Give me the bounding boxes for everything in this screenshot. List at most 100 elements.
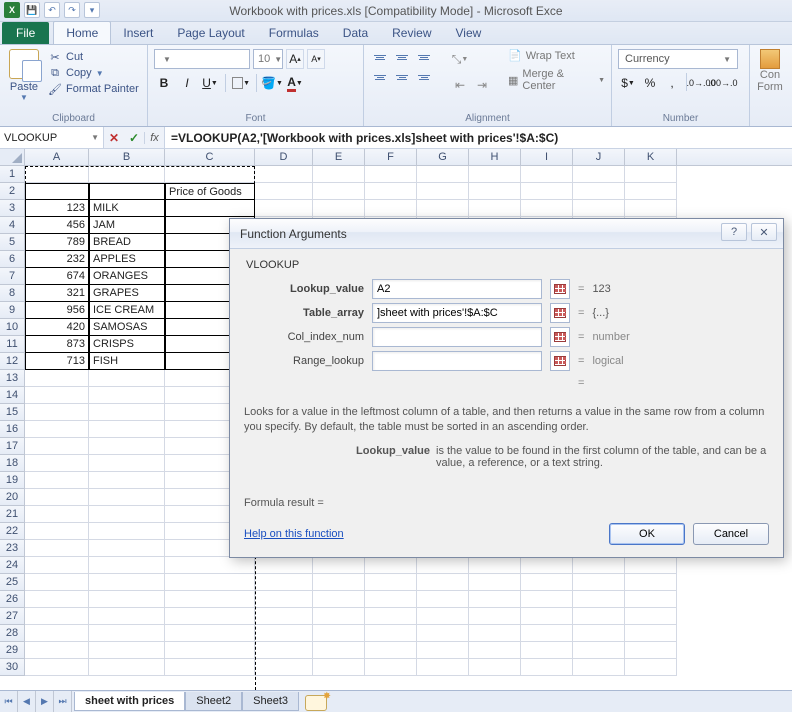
- row-head-12[interactable]: 12: [0, 353, 25, 370]
- row-head-30[interactable]: 30: [0, 659, 25, 676]
- col-head-F[interactable]: F: [365, 149, 417, 165]
- borders-button[interactable]: ▼: [231, 73, 251, 93]
- cell-J3[interactable]: [573, 200, 625, 217]
- cell-H25[interactable]: [469, 574, 521, 591]
- cell-K30[interactable]: [625, 659, 677, 676]
- arg-input-table-array[interactable]: [372, 303, 542, 323]
- cell-B18[interactable]: [89, 455, 165, 472]
- cell-H27[interactable]: [469, 608, 521, 625]
- cell-B19[interactable]: [89, 472, 165, 489]
- cancel-button[interactable]: Cancel: [693, 523, 769, 545]
- row-head-1[interactable]: 1: [0, 166, 25, 183]
- collapse-button-range[interactable]: [550, 351, 570, 371]
- cell-G25[interactable]: [417, 574, 469, 591]
- cell-I29[interactable]: [521, 642, 573, 659]
- cell-A30[interactable]: [25, 659, 89, 676]
- cell-K1[interactable]: [625, 166, 677, 183]
- cell-A18[interactable]: [25, 455, 89, 472]
- cell-K29[interactable]: [625, 642, 677, 659]
- cell-B22[interactable]: [89, 523, 165, 540]
- col-head-H[interactable]: H: [469, 149, 521, 165]
- cell-H3[interactable]: [469, 200, 521, 217]
- cell-D2[interactable]: [255, 183, 313, 200]
- cell-G30[interactable]: [417, 659, 469, 676]
- cell-A21[interactable]: [25, 506, 89, 523]
- cell-F26[interactable]: [365, 591, 417, 608]
- paste-button[interactable]: Paste ▼: [6, 49, 42, 102]
- name-box[interactable]: VLOOKUP▼: [0, 127, 104, 148]
- align-top-button[interactable]: [370, 49, 390, 65]
- cell-H24[interactable]: [469, 557, 521, 574]
- fill-color-button[interactable]: 🪣▼: [262, 73, 282, 93]
- cell-E27[interactable]: [313, 608, 365, 625]
- cell-G27[interactable]: [417, 608, 469, 625]
- cell-I24[interactable]: [521, 557, 573, 574]
- row-head-25[interactable]: 25: [0, 574, 25, 591]
- cell-H1[interactable]: [469, 166, 521, 183]
- percent-button[interactable]: %: [640, 73, 660, 93]
- cell-F29[interactable]: [365, 642, 417, 659]
- cell-D26[interactable]: [255, 591, 313, 608]
- sheet-nav-next[interactable]: ▶: [36, 691, 54, 712]
- cell-F27[interactable]: [365, 608, 417, 625]
- col-head-A[interactable]: A: [25, 149, 89, 165]
- row-head-3[interactable]: 3: [0, 200, 25, 217]
- cell-J28[interactable]: [573, 625, 625, 642]
- new-sheet-button[interactable]: [305, 695, 327, 711]
- cell-E3[interactable]: [313, 200, 365, 217]
- cell-A27[interactable]: [25, 608, 89, 625]
- merge-center-button[interactable]: ▦Merge & Center ▼: [508, 68, 605, 92]
- orientation-button[interactable]: ⤡▼: [450, 49, 470, 69]
- row-head-15[interactable]: 15: [0, 404, 25, 421]
- increase-indent-button[interactable]: ⇥: [472, 75, 492, 95]
- cell-I26[interactable]: [521, 591, 573, 608]
- cell-E1[interactable]: [313, 166, 365, 183]
- cell-B21[interactable]: [89, 506, 165, 523]
- row-head-19[interactable]: 19: [0, 472, 25, 489]
- collapse-button-col[interactable]: [550, 327, 570, 347]
- cell-A29[interactable]: [25, 642, 89, 659]
- cell-B16[interactable]: [89, 421, 165, 438]
- cell-J27[interactable]: [573, 608, 625, 625]
- cell-G28[interactable]: [417, 625, 469, 642]
- cell-D24[interactable]: [255, 557, 313, 574]
- cell-A20[interactable]: [25, 489, 89, 506]
- col-head-G[interactable]: G: [417, 149, 469, 165]
- underline-button[interactable]: U▼: [200, 73, 220, 93]
- col-head-C[interactable]: C: [165, 149, 255, 165]
- row-head-24[interactable]: 24: [0, 557, 25, 574]
- cell-F1[interactable]: [365, 166, 417, 183]
- dialog-title-bar[interactable]: Function Arguments ? ✕: [230, 219, 783, 249]
- dialog-help-button[interactable]: ?: [721, 223, 747, 241]
- help-link[interactable]: Help on this function: [244, 528, 344, 540]
- cell-K3[interactable]: [625, 200, 677, 217]
- row-head-28[interactable]: 28: [0, 625, 25, 642]
- cell-B23[interactable]: [89, 540, 165, 557]
- cell-D1[interactable]: [255, 166, 313, 183]
- row-head-17[interactable]: 17: [0, 438, 25, 455]
- cell-F2[interactable]: [365, 183, 417, 200]
- row-head-13[interactable]: 13: [0, 370, 25, 387]
- grow-font-button[interactable]: A▴: [286, 49, 304, 69]
- ok-button[interactable]: OK: [609, 523, 685, 545]
- cell-D30[interactable]: [255, 659, 313, 676]
- cell-C29[interactable]: [165, 642, 255, 659]
- arg-input-col-index[interactable]: [372, 327, 542, 347]
- cell-G24[interactable]: [417, 557, 469, 574]
- cell-K27[interactable]: [625, 608, 677, 625]
- number-format-combo[interactable]: Currency▼: [618, 49, 738, 69]
- col-head-D[interactable]: D: [255, 149, 313, 165]
- cell-D29[interactable]: [255, 642, 313, 659]
- row-head-4[interactable]: 4: [0, 217, 25, 234]
- row-head-14[interactable]: 14: [0, 387, 25, 404]
- cell-J2[interactable]: [573, 183, 625, 200]
- wrap-text-button[interactable]: 📄Wrap Text: [508, 49, 605, 62]
- align-right-button[interactable]: [414, 69, 434, 85]
- row-head-10[interactable]: 10: [0, 319, 25, 336]
- cell-J25[interactable]: [573, 574, 625, 591]
- select-all-corner[interactable]: [0, 149, 25, 165]
- cell-J24[interactable]: [573, 557, 625, 574]
- cell-K24[interactable]: [625, 557, 677, 574]
- cut-button[interactable]: ✂Cut: [48, 49, 139, 65]
- tab-formulas[interactable]: Formulas: [257, 22, 331, 44]
